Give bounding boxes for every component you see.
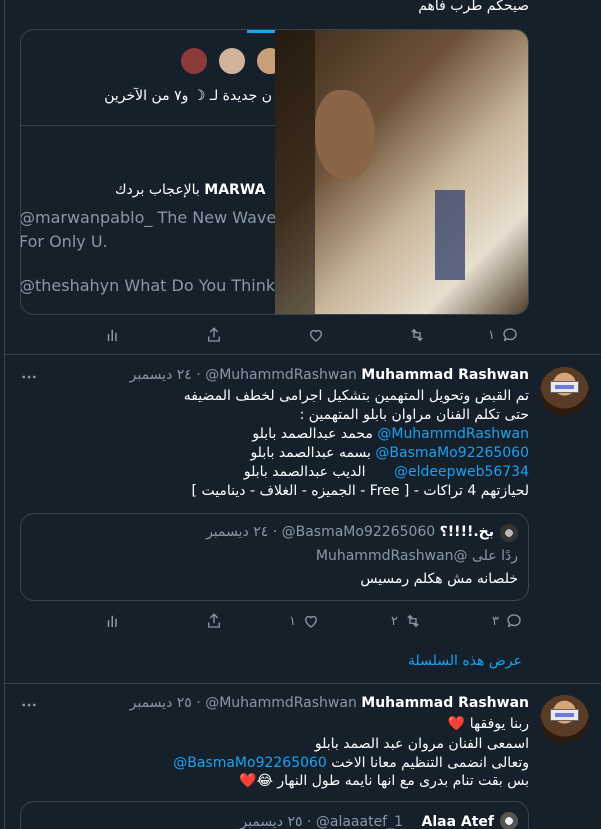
media-hand-shape — [315, 90, 375, 180]
like-line-name: MARWA — [204, 182, 266, 198]
tweet2-handle[interactable]: @MuhammdRashwan — [205, 367, 357, 383]
tweet2-header: · ٢٤ ديسمبر @MuhammdRashwan Muhammad Ras… — [130, 367, 529, 383]
media-image[interactable] — [275, 30, 528, 314]
tweet2-line-6: لحيازتهم 4 تراكات - [ Free - الجميزه - ا… — [191, 483, 529, 499]
like-button[interactable] — [307, 325, 325, 345]
tweet2-line-5: @eldeepweb56734 الديب عبدالصمد بابلو — [244, 464, 529, 480]
share-icon — [208, 613, 220, 628]
quote-avatar — [500, 812, 518, 829]
reply-count: ٣ — [492, 613, 499, 629]
quote-date: · ٢٥ ديسمبر — [240, 814, 312, 829]
share-button[interactable] — [205, 611, 223, 631]
quote-name: Alaa Atef — [421, 814, 494, 829]
quote-tweet-card[interactable]: · ٢٥ ديسمبر @alaaatef_1 Alaa Atef — [20, 801, 529, 829]
quote-date: · ٢٤ ديسمبر — [206, 524, 278, 540]
quote-reply-to: ردًا على @MuhammdRashwan — [315, 548, 518, 564]
card-line-3: @theshahyn What Do You Think ! — [20, 276, 287, 295]
reply-icon — [503, 328, 517, 342]
retweet-button[interactable]: ٢ — [391, 611, 422, 631]
tweet3-line-4: بس بقت تنام بدرى مع انها نايمه طول النها… — [239, 773, 529, 789]
like-line-rest: بالإعجاب بردك — [115, 182, 200, 198]
retweet-icon — [411, 328, 423, 342]
members-line: ن جديدة لـ ☽ و٧ من الآخرين — [104, 88, 272, 104]
quote-header: · ٢٤ ديسمبر @BasmaMo92265060 بخ.!!!!؟ — [206, 524, 494, 540]
media-flag-shape — [435, 190, 465, 280]
tweet2-name[interactable]: Muhammad Rashwan — [361, 367, 529, 383]
tweet2-date[interactable]: · ٢٤ ديسمبر — [130, 367, 201, 383]
mention-text: الديب عبدالصمد بابلو — [243, 464, 366, 480]
timeline-border — [4, 0, 5, 829]
tweet-separator — [4, 354, 601, 355]
mention-link[interactable]: @eldeepweb56734 — [394, 464, 529, 480]
heart-icon — [305, 615, 317, 628]
like-line: بالإعجاب بردك MARWA — [115, 182, 265, 198]
reply-count: ١ — [488, 327, 495, 343]
mention-text: محمد عبدالصمد بابلو — [252, 426, 373, 442]
tweet3-line-2: اسمعى الفنان مروان عبد الصمد بابلو — [314, 736, 529, 752]
quote-text: خلصانه مش هكلم رمسيس — [360, 571, 518, 587]
more-icon — [22, 375, 36, 379]
tweet3-header: · ٢٥ ديسمبر @MuhammdRashwan Muhammad Ras… — [130, 695, 529, 711]
retweet-button[interactable] — [408, 325, 426, 345]
reply-icon — [507, 614, 521, 628]
reply-button[interactable]: ٣ — [492, 611, 523, 631]
mention-link[interactable]: @MuhammdRashwan — [377, 426, 529, 442]
mention-text: بسمه عبدالصمد بابلو — [250, 445, 371, 461]
avatar[interactable] — [540, 367, 589, 416]
mention-link[interactable]: @BasmaMo92265060 — [173, 755, 327, 771]
tweet-separator — [4, 683, 601, 684]
tweet3-line-3: وتعالى انضمى التنظيم معانا الاخت @BasmaM… — [173, 755, 529, 771]
card-line-1: @marwanpablo_ The New Wave — [20, 208, 277, 227]
like-count: ١ — [289, 613, 296, 629]
quote-handle: @alaaatef_1 — [315, 814, 404, 829]
tweet3-handle[interactable]: @MuhammdRashwan — [205, 695, 357, 711]
show-thread-link[interactable]: عرض هذه السلسلة — [408, 653, 522, 669]
quoted-card[interactable]: ن جديدة لـ ☽ و٧ من الآخرين بالإعجاب بردك… — [20, 29, 529, 315]
retweet-icon — [407, 614, 419, 628]
top-tweet-text: صيحكم طرب فاهم — [418, 0, 529, 14]
analytics-button[interactable] — [104, 325, 122, 345]
member-avatar — [179, 46, 209, 76]
quote-tweet-card[interactable]: · ٢٤ ديسمبر @BasmaMo92265060 بخ.!!!!؟ رد… — [20, 513, 529, 601]
heart-icon — [310, 329, 322, 342]
media-shadow — [275, 30, 315, 314]
more-icon — [22, 703, 36, 707]
analytics-icon — [107, 329, 117, 341]
card-line-2: For Only U. — [20, 232, 108, 251]
analytics-button[interactable] — [104, 611, 122, 631]
tweet2-line-4: @BasmaMo92265060 بسمه عبدالصمد بابلو — [250, 445, 529, 461]
quote-header: · ٢٥ ديسمبر @alaaatef_1 Alaa Atef — [240, 814, 494, 829]
analytics-icon — [107, 615, 117, 627]
avatar[interactable] — [540, 695, 589, 744]
quote-avatar — [500, 524, 518, 542]
tweet3-line-1: ربنا يوفقها ❤️ — [447, 716, 529, 732]
reply-button[interactable]: ١ — [488, 325, 519, 345]
retweet-count: ٢ — [391, 613, 398, 629]
tweet2-line-3: @MuhammdRashwan محمد عبدالصمد بابلو — [252, 426, 529, 442]
share-icon — [208, 327, 220, 342]
tweet3-line-3-text: وتعالى انضمى التنظيم معانا الاخت — [331, 755, 529, 771]
more-button[interactable] — [20, 367, 38, 387]
quote-handle: @BasmaMo92265060 — [281, 524, 436, 540]
member-avatar — [217, 46, 247, 76]
tweet2-line-1: تم القبض وتحويل المتهمين بتشكيل اجرامى ل… — [183, 388, 529, 404]
tweet2-line-2: حتى تكلم الفنان مراوان بابلو المتهمين : — [299, 407, 529, 423]
more-button[interactable] — [20, 695, 38, 715]
share-button[interactable] — [205, 325, 223, 345]
tweet3-name[interactable]: Muhammad Rashwan — [361, 695, 529, 711]
mention-link[interactable]: @BasmaMo92265060 — [375, 445, 529, 461]
quote-name: بخ.!!!!؟ — [439, 524, 494, 540]
tweet3-date[interactable]: · ٢٥ ديسمبر — [130, 695, 201, 711]
like-button[interactable]: ١ — [289, 611, 320, 631]
